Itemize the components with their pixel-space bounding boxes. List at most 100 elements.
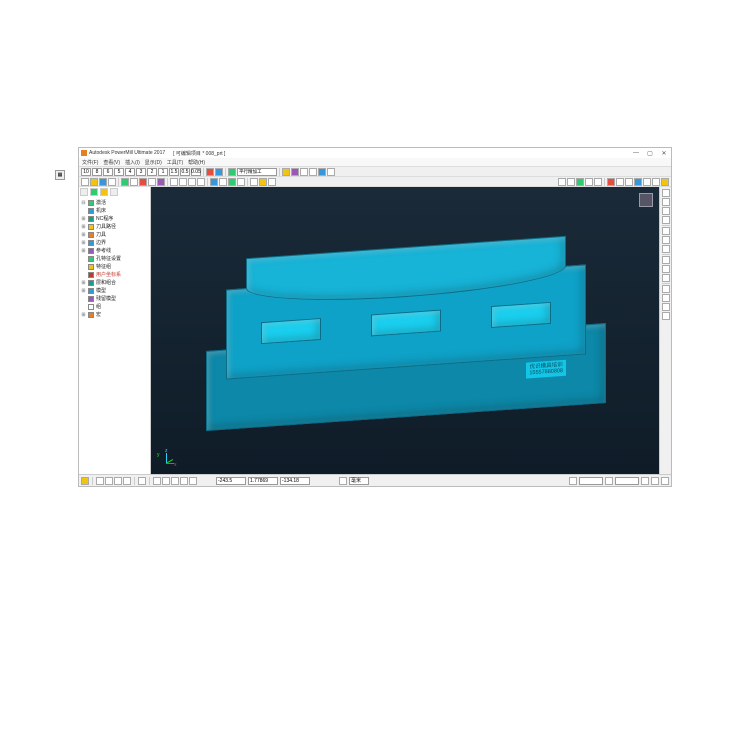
tb-num-7[interactable]: 1 xyxy=(158,168,168,176)
sidebar-tab-2[interactable] xyxy=(90,188,98,196)
tb-icon-d[interactable] xyxy=(282,168,290,176)
tb-num-4[interactable]: 4 xyxy=(125,168,135,176)
zoom-out-icon[interactable] xyxy=(662,245,670,253)
tree-nc[interactable]: ⊞NC程序 xyxy=(81,215,148,223)
hidden-icon[interactable] xyxy=(662,274,670,282)
shade-mode-icon[interactable] xyxy=(662,256,670,264)
3d-viewport[interactable]: 优识模具培训 15557880808 z y x xyxy=(151,187,659,474)
tb-num-1[interactable]: 8 xyxy=(92,168,102,176)
sidebar-tab-3[interactable] xyxy=(100,188,108,196)
end-icon-1[interactable] xyxy=(641,477,649,485)
tb-num-6[interactable]: 2 xyxy=(147,168,157,176)
fit-view-icon[interactable] xyxy=(662,227,670,235)
cm-icon-2[interactable] xyxy=(162,477,170,485)
zoom-in-icon[interactable] xyxy=(662,236,670,244)
tree-macros[interactable]: ⊞宏 xyxy=(81,311,148,319)
menu-file[interactable]: 文件(F) xyxy=(81,159,99,166)
verify-icon[interactable] xyxy=(237,178,245,186)
tp-vis-icon[interactable] xyxy=(662,312,670,320)
shade-icon[interactable] xyxy=(210,178,218,186)
file-open-icon[interactable] xyxy=(90,178,98,186)
tb-icon-e[interactable] xyxy=(291,168,299,176)
tb-num-0[interactable]: 10 xyxy=(81,168,91,176)
spin-icon[interactable] xyxy=(170,178,178,186)
thickness-icon[interactable] xyxy=(157,178,165,186)
tree-groups[interactable]: 组 xyxy=(81,303,148,311)
tb-icon-g[interactable] xyxy=(309,168,317,176)
file-new-icon[interactable] xyxy=(81,178,89,186)
tb-icon-c[interactable] xyxy=(228,168,236,176)
tree-featuresets[interactable]: 孔特征设置 xyxy=(81,255,148,263)
viewcube[interactable] xyxy=(639,193,653,207)
menu-help[interactable]: 帮助(H) xyxy=(187,159,206,166)
cm-icon-1[interactable] xyxy=(153,477,161,485)
tree-models[interactable]: ⊞模型 xyxy=(81,287,148,295)
block-icon[interactable] xyxy=(121,178,129,186)
zoom-icon[interactable] xyxy=(188,178,196,186)
view2-icon[interactable] xyxy=(625,178,633,186)
cm-icon-4[interactable] xyxy=(180,477,188,485)
tb-icon-i[interactable] xyxy=(327,168,335,176)
sidebar-tab-4[interactable] xyxy=(110,188,118,196)
vm-icon-3[interactable] xyxy=(114,477,122,485)
info-icon[interactable] xyxy=(259,178,267,186)
tree-workplanes[interactable]: 用户坐标系 xyxy=(81,271,148,279)
tb-num-9[interactable]: 0.5 xyxy=(180,168,190,176)
coord-x-field[interactable]: -243.5 xyxy=(216,477,246,485)
vm-icon-1[interactable] xyxy=(96,477,104,485)
wire-mode-icon[interactable] xyxy=(662,265,670,273)
cm-icon-5[interactable] xyxy=(189,477,197,485)
print-icon[interactable] xyxy=(108,178,116,186)
minimize-button[interactable]: — xyxy=(631,149,641,157)
leads-icon[interactable] xyxy=(130,178,138,186)
vm-icon-4[interactable] xyxy=(123,477,131,485)
file-save-icon[interactable] xyxy=(99,178,107,186)
view3-icon[interactable] xyxy=(634,178,642,186)
play-back-icon[interactable] xyxy=(567,178,575,186)
cm-icon-3[interactable] xyxy=(171,477,179,485)
end-icon-2[interactable] xyxy=(651,477,659,485)
close-button[interactable]: ✕ xyxy=(659,149,669,157)
view6-icon[interactable] xyxy=(661,178,669,186)
tb-icon-h[interactable] xyxy=(318,168,326,176)
coord-z-field[interactable]: -134.18 xyxy=(280,477,310,485)
strategy-combo[interactable]: 平行精加工 xyxy=(237,168,277,176)
tb-num-10[interactable]: 0.05 xyxy=(191,168,201,176)
sidebar-tab-1[interactable] xyxy=(80,188,88,196)
play-start-icon[interactable] xyxy=(558,178,566,186)
tool-vis-icon[interactable] xyxy=(662,303,670,311)
tb-icon-a[interactable] xyxy=(206,168,214,176)
accuracy-icon[interactable] xyxy=(605,477,613,485)
unit-field[interactable]: 毫米 xyxy=(349,477,369,485)
pan-icon[interactable] xyxy=(179,178,187,186)
coord-y-field[interactable]: 1.77869 xyxy=(248,477,278,485)
tool-axis-icon[interactable] xyxy=(148,178,156,186)
side-view-icon[interactable] xyxy=(662,216,670,224)
stop-icon[interactable] xyxy=(607,178,615,186)
vm-icon-2[interactable] xyxy=(105,477,113,485)
play-end-icon[interactable] xyxy=(594,178,602,186)
view4-icon[interactable] xyxy=(643,178,651,186)
acc-field[interactable] xyxy=(615,477,639,485)
play-icon[interactable] xyxy=(576,178,584,186)
menu-display[interactable]: 显示(D) xyxy=(144,159,163,166)
status-tool-icon[interactable] xyxy=(81,477,89,485)
menu-view[interactable]: 查看(V) xyxy=(102,159,121,166)
light-icon[interactable] xyxy=(569,477,577,485)
view5-icon[interactable] xyxy=(652,178,660,186)
tree-patterns[interactable]: ⊞参考线 xyxy=(81,247,148,255)
top-view-icon[interactable] xyxy=(662,198,670,206)
play-fwd-icon[interactable] xyxy=(585,178,593,186)
tree-boundaries[interactable]: ⊞边界 xyxy=(81,239,148,247)
menu-tools[interactable]: 工具(T) xyxy=(166,159,184,166)
maximize-button[interactable]: ▢ xyxy=(645,149,655,157)
tree-stockmodels[interactable]: 残留模型 xyxy=(81,295,148,303)
tb-num-8[interactable]: 1.5 xyxy=(169,168,179,176)
menu-insert[interactable]: 插入(I) xyxy=(124,159,141,166)
fit-icon[interactable] xyxy=(197,178,205,186)
rapid-icon[interactable] xyxy=(139,178,147,186)
tb-icon-f[interactable] xyxy=(300,168,308,176)
tree-active[interactable]: ⊟激活 xyxy=(81,199,148,207)
tb-num-3[interactable]: 5 xyxy=(114,168,124,176)
wireframe-icon[interactable] xyxy=(219,178,227,186)
